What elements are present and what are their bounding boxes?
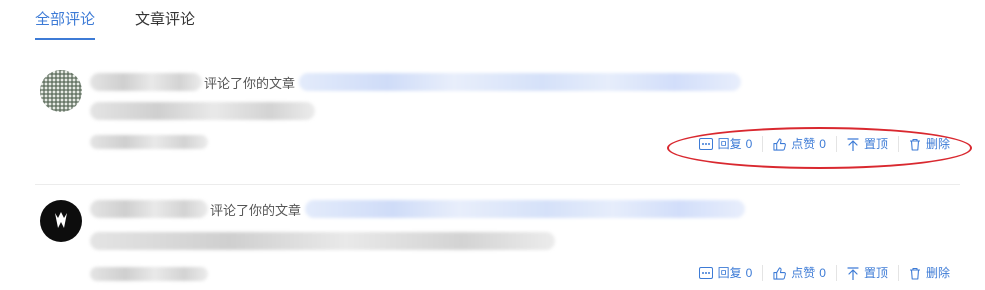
comment-actions: 回复 0 点赞 0 置顶 删除 <box>689 265 960 281</box>
pin-top-button[interactable]: 置顶 <box>835 265 898 281</box>
tab-all-comments[interactable]: 全部评论 <box>35 0 96 40</box>
avatar[interactable] <box>40 200 82 242</box>
avatar[interactable] <box>40 70 82 112</box>
reply-button[interactable]: 回复 0 <box>689 265 763 281</box>
redacted-username[interactable] <box>90 73 202 91</box>
redacted-article-link[interactable] <box>305 200 746 218</box>
tab-article-comments[interactable]: 文章评论 <box>135 0 195 40</box>
redacted-comment-content <box>90 102 315 120</box>
delete-label: 删除 <box>925 266 950 280</box>
like-count: 0 <box>819 137 826 151</box>
avatar-logo-icon <box>55 212 67 228</box>
reply-count: 0 <box>745 137 753 151</box>
reply-button[interactable]: 回复 0 <box>689 136 763 152</box>
delete-button[interactable]: 删除 <box>897 136 960 152</box>
like-button[interactable]: 点赞 0 <box>762 136 836 152</box>
comment-tabs: 全部评论 文章评论 <box>35 0 235 40</box>
thumbs-up-icon <box>773 266 787 280</box>
pin-top-icon <box>847 137 859 151</box>
thumbs-up-icon <box>773 137 787 151</box>
comment-actions: 回复 0 点赞 0 置顶 删除 <box>689 136 960 152</box>
redacted-article-link[interactable] <box>299 73 742 91</box>
redacted-comment-content <box>90 232 555 250</box>
pin-top-icon <box>847 266 859 280</box>
redacted-username[interactable] <box>90 200 208 218</box>
comment-header: 评论了你的文章 <box>90 199 746 219</box>
delete-button[interactable]: 删除 <box>897 265 960 281</box>
redacted-timestamp <box>90 135 208 149</box>
trash-icon <box>909 138 920 151</box>
like-button[interactable]: 点赞 0 <box>762 265 836 281</box>
pin-top-label: 置顶 <box>863 266 888 280</box>
comment-management-page: 全部评论 文章评论 评论了你的文章 回复 0 点赞 0 置顶 删除 评论了你的文… <box>0 0 985 290</box>
comment-header: 评论了你的文章 <box>90 72 742 92</box>
comment-item: 评论了你的文章 回复 0 点赞 0 置顶 删除 <box>35 60 960 185</box>
like-count: 0 <box>819 266 826 280</box>
reply-count: 0 <box>745 266 753 280</box>
trash-icon <box>909 267 920 280</box>
more-dots-icon <box>698 267 713 279</box>
more-dots-icon <box>698 138 713 150</box>
reply-label: 回复 <box>717 137 742 151</box>
comment-item: 评论了你的文章 回复 0 点赞 0 置顶 删除 <box>35 185 960 290</box>
pin-top-button[interactable]: 置顶 <box>835 136 898 152</box>
like-label: 点赞 <box>791 266 816 280</box>
comment-action-text: 评论了你的文章 <box>204 75 296 91</box>
delete-label: 删除 <box>925 137 950 151</box>
reply-label: 回复 <box>717 266 742 280</box>
pin-top-label: 置顶 <box>863 137 888 151</box>
comment-action-text: 评论了你的文章 <box>210 202 302 218</box>
redacted-timestamp <box>90 267 208 281</box>
like-label: 点赞 <box>791 137 816 151</box>
